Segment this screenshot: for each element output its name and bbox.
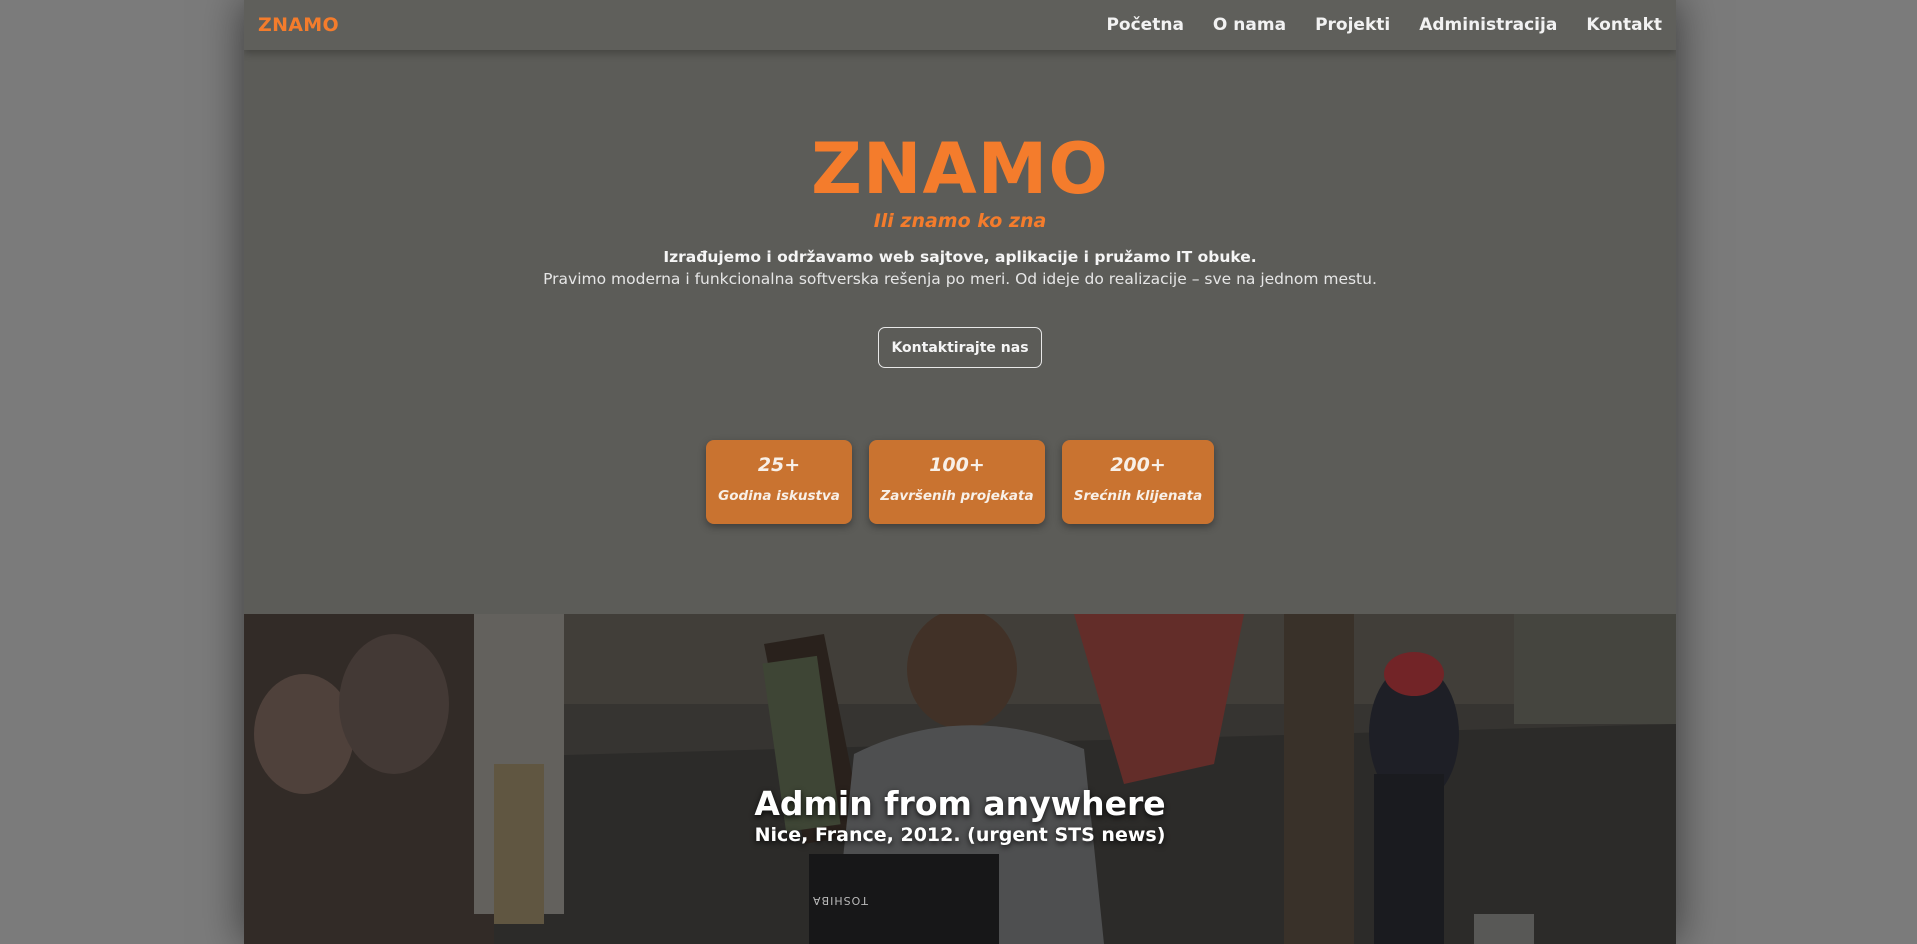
stat-card-projects: 100+ Završenih projekata	[869, 440, 1045, 524]
stat-value: 200+	[1110, 454, 1166, 476]
nav-link-pocetna[interactable]: Početna	[1106, 15, 1183, 35]
stat-card-experience: 25+ Godina iskustva	[706, 440, 852, 524]
nav-item-projekti: Projekti	[1315, 15, 1390, 35]
banner-photo	[244, 614, 1676, 944]
nav-item-administracija: Administracija	[1419, 15, 1557, 35]
stat-value: 100+	[929, 454, 985, 476]
nav-menu: Početna O nama Projekti Administracija K…	[1106, 15, 1662, 35]
hero-description-bold: Izrađujemo i održavamo web sajtove, apli…	[663, 248, 1257, 266]
stat-value: 25+	[757, 454, 801, 476]
photo-banner: TOSHIBA Admin from anywhere Nice, France…	[244, 614, 1676, 944]
hero-title: ZNAMO	[811, 128, 1109, 210]
stat-card-clients: 200+ Srećnih klijenata	[1062, 440, 1214, 524]
navbar: ZNAMO Početna O nama Projekti Administra…	[244, 0, 1676, 50]
stat-label: Srećnih klijenata	[1073, 488, 1203, 504]
hero-tagline: Ili znamo ko zna	[873, 210, 1047, 232]
page-container: ZNAMO Početna O nama Projekti Administra…	[244, 0, 1676, 944]
nav-item-pocetna: Početna	[1106, 15, 1183, 35]
banner-caption: Nice, France, 2012. (urgent STS news)	[754, 824, 1166, 846]
hero-section: ZNAMO Ili znamo ko zna Izrađujemo i održ…	[244, 50, 1676, 614]
nav-link-projekti[interactable]: Projekti	[1315, 15, 1390, 35]
nav-item-kontakt: Kontakt	[1586, 15, 1662, 35]
nav-link-administracija[interactable]: Administracija	[1419, 15, 1557, 35]
nav-item-o-nama: O nama	[1213, 15, 1286, 35]
contact-us-button[interactable]: Kontaktirajte nas	[878, 327, 1042, 368]
brand-logo[interactable]: ZNAMO	[258, 14, 339, 36]
hero-description: Pravimo moderna i funkcionalna softversk…	[543, 270, 1377, 288]
stats-row: 25+ Godina iskustva 100+ Završenih proje…	[244, 440, 1676, 524]
laptop-brand-label: TOSHIBA	[812, 894, 868, 907]
stat-label: Završenih projekata	[880, 488, 1034, 504]
nav-link-kontakt[interactable]: Kontakt	[1586, 15, 1662, 35]
stat-label: Godina iskustva	[718, 488, 840, 504]
banner-title: Admin from anywhere	[754, 784, 1166, 823]
nav-link-o-nama[interactable]: O nama	[1213, 15, 1286, 35]
